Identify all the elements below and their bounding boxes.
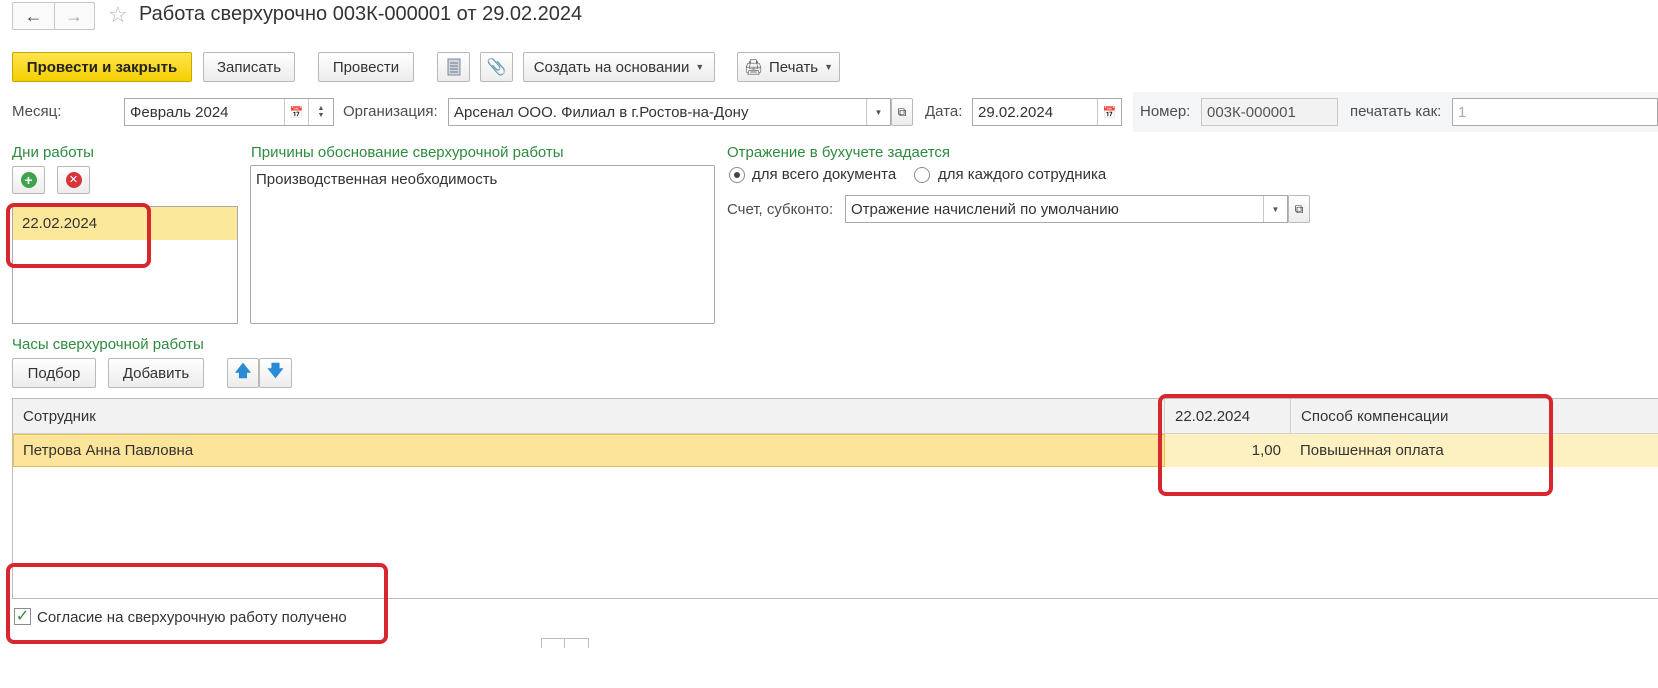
printer-icon: 🖨 bbox=[743, 59, 763, 76]
organization-label: Организация: bbox=[343, 103, 438, 120]
spin-down-icon[interactable]: ▼ bbox=[318, 112, 325, 119]
month-label: Месяц: bbox=[12, 103, 62, 120]
radio-each-employee-label[interactable]: для каждого сотрудника bbox=[938, 166, 1106, 183]
add-day-button[interactable]: + bbox=[12, 166, 45, 194]
dropdown-arrow-icon[interactable]: ▼ bbox=[1263, 196, 1287, 222]
calendar-icon[interactable]: 📅 bbox=[1097, 99, 1121, 125]
reasons-textarea[interactable]: Производственная необходимость bbox=[250, 165, 715, 324]
back-arrow-icon[interactable]: ← bbox=[13, 3, 55, 29]
arrow-down-icon: 🡇 bbox=[267, 362, 284, 380]
calendar-icon[interactable]: 📅 bbox=[284, 99, 308, 125]
radio-all-document-label[interactable]: для всего документа bbox=[752, 166, 896, 183]
accounting-title: Отражение в бухучете задается bbox=[727, 144, 951, 161]
dropdown-arrow-icon: ▼ bbox=[824, 62, 834, 72]
employee-name: Петрова Анна Павловна bbox=[23, 442, 194, 459]
paperclip-icon: 📎 bbox=[486, 59, 507, 76]
hours-title: Часы сверхурочной работы bbox=[12, 336, 204, 353]
post-button[interactable]: Провести bbox=[318, 52, 414, 82]
document-list-icon bbox=[447, 58, 460, 76]
reasons-title: Причины обоснование сверхурочной работы bbox=[251, 144, 564, 161]
favorite-star-icon[interactable]: ☆ bbox=[108, 2, 128, 28]
bottom-partial-field bbox=[541, 638, 589, 648]
account-value: Отражение начислений по умолчанию bbox=[851, 200, 1119, 218]
print-button[interactable]: 🖨 Печать ▼ bbox=[737, 52, 840, 82]
radio-all-document[interactable] bbox=[729, 167, 745, 183]
annotation-highlight bbox=[6, 563, 388, 644]
attachments-button[interactable]: 📎 bbox=[480, 52, 513, 82]
radio-each-employee[interactable] bbox=[914, 167, 930, 183]
select-button[interactable]: Подбор bbox=[12, 358, 96, 388]
post-and-close-button[interactable]: Провести и закрыть bbox=[12, 52, 192, 82]
organization-field[interactable]: Арсенал ООО. Филиал в г.Ростов-на-Дону bbox=[448, 98, 891, 126]
cell-employee[interactable]: Петрова Анна Павловна bbox=[13, 434, 1165, 467]
add-circle-icon: + bbox=[20, 172, 37, 188]
dropdown-arrow-icon[interactable]: ▼ bbox=[866, 99, 890, 125]
spin-up-icon[interactable]: ▲ bbox=[318, 105, 325, 112]
move-down-button[interactable]: 🡇 bbox=[259, 358, 292, 388]
annotation-highlight bbox=[6, 203, 151, 268]
print-as-value: 1 bbox=[1458, 103, 1467, 121]
account-field[interactable]: Отражение начислений по умолчанию bbox=[845, 195, 1288, 223]
number-value: 003К-000001 bbox=[1207, 103, 1296, 121]
create-based-on-button[interactable]: Создать на основании ▼ bbox=[523, 52, 715, 82]
move-up-button[interactable]: 🡅 bbox=[227, 358, 259, 388]
number-field[interactable]: 003К-000001 bbox=[1201, 98, 1338, 126]
date-label: Дата: bbox=[925, 103, 963, 120]
forward-arrow-icon[interactable]: → bbox=[54, 3, 94, 29]
reasons-text: Производственная необходимость bbox=[256, 171, 498, 188]
organization-value: Арсенал ООО. Филиал в г.Ростов-на-Дону bbox=[454, 103, 749, 121]
report-button[interactable] bbox=[437, 52, 470, 82]
annotation-highlight bbox=[1158, 394, 1553, 496]
print-as-field[interactable]: 1 bbox=[1452, 98, 1658, 126]
delete-circle-icon: ✕ bbox=[65, 172, 82, 188]
print-label: Печать bbox=[768, 58, 819, 76]
create-based-on-label: Создать на основании bbox=[533, 58, 690, 76]
open-account-icon[interactable]: ⧉ bbox=[1288, 195, 1310, 223]
work-days-title: Дни работы bbox=[12, 144, 94, 161]
add-button[interactable]: Добавить bbox=[108, 358, 204, 388]
column-header-employee[interactable]: Сотрудник bbox=[13, 399, 1165, 433]
account-label: Счет, субконто: bbox=[727, 201, 834, 218]
nav-group: ← → bbox=[12, 2, 95, 30]
arrow-up-icon: 🡅 bbox=[234, 362, 252, 380]
print-as-label: печатать как: bbox=[1350, 103, 1442, 120]
spin-buttons[interactable]: ▲ ▼ bbox=[308, 99, 333, 125]
delete-day-button[interactable]: ✕ bbox=[57, 166, 90, 194]
number-label: Номер: bbox=[1140, 103, 1191, 120]
date-value: 29.02.2024 bbox=[978, 103, 1054, 121]
window-title: Работа сверхурочно 003К-000001 от 29.02.… bbox=[139, 3, 583, 25]
month-value: Февраль 2024 bbox=[130, 103, 229, 121]
dropdown-arrow-icon: ▼ bbox=[695, 62, 705, 72]
save-button[interactable]: Записать bbox=[203, 52, 295, 82]
open-organization-icon[interactable]: ⧉ bbox=[891, 98, 913, 126]
